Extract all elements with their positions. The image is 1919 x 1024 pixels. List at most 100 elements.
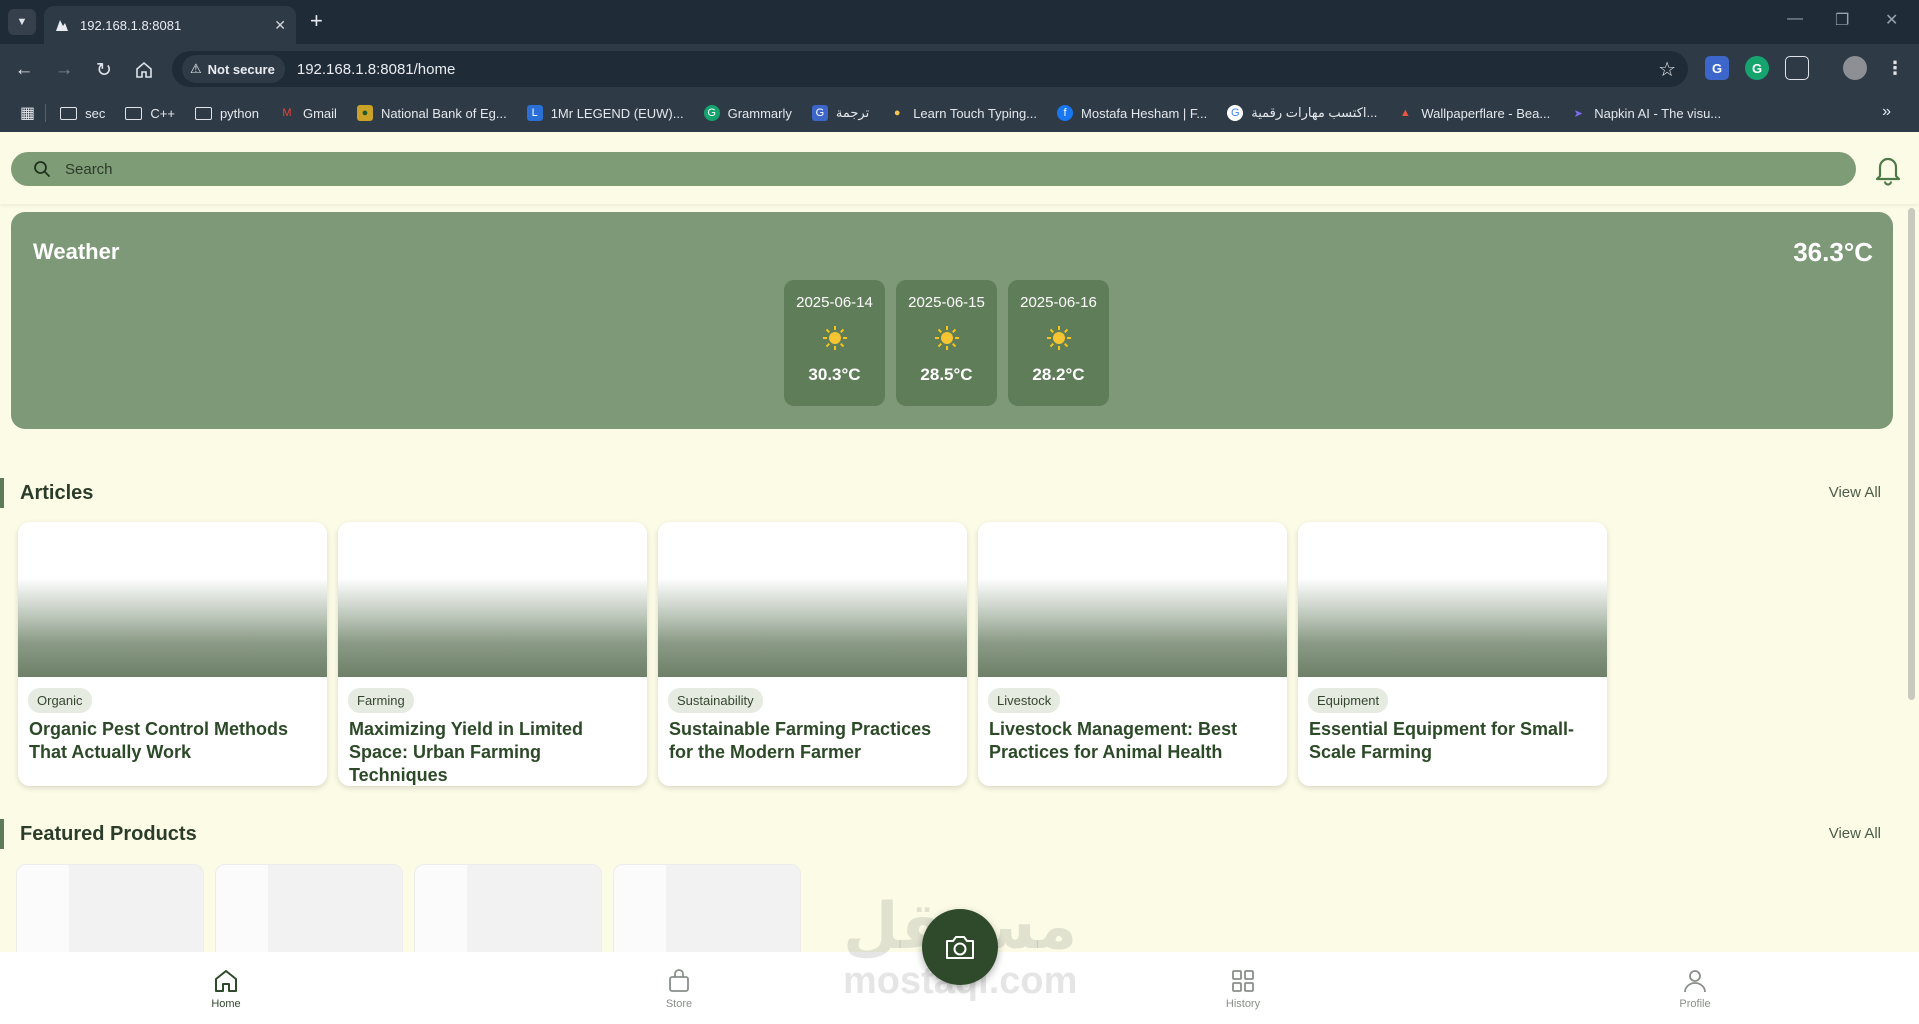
nav-profile-label: Profile: [1679, 998, 1711, 1010]
restore-icon[interactable]: ❐: [1835, 10, 1849, 30]
nav-store[interactable]: Store: [639, 968, 719, 1010]
search-bar[interactable]: [11, 152, 1856, 186]
bookmark-label: ترجمة: [835, 105, 870, 120]
article-card[interactable]: Equipment Essential Equipment for Small-…: [1298, 522, 1607, 786]
bookmark-facebook[interactable]: f Mostafa Hesham | F...: [1057, 105, 1207, 121]
article-card[interactable]: Organic Organic Pest Control Methods Tha…: [18, 522, 327, 786]
article-category-tag: Equipment: [1308, 688, 1389, 713]
shopping-bag-icon: [669, 969, 689, 992]
grammarly-icon: G: [703, 105, 720, 121]
article-thumbnail: [658, 522, 967, 677]
article-category-tag: Organic: [28, 688, 92, 713]
featured-products-section-title: Featured Products: [0, 819, 197, 849]
user-icon: [1684, 970, 1706, 993]
browser-tab[interactable]: 192.168.1.8:8081 ✕: [44, 6, 296, 44]
bookmark-napkin[interactable]: ➤ Napkin AI - The visu...: [1570, 105, 1722, 121]
bookmark-folder-python[interactable]: python: [194, 105, 259, 121]
typing-icon: ●: [893, 107, 901, 119]
article-category-tag: Farming: [348, 688, 414, 713]
grammarly-extension-icon[interactable]: G: [1745, 56, 1769, 80]
forecast-date: 2025-06-14: [796, 294, 873, 311]
window-close-icon[interactable]: ✕: [1885, 10, 1898, 30]
forward-arrow-icon[interactable]: →: [50, 56, 78, 84]
folder-icon: [125, 106, 143, 120]
nav-history-label: History: [1225, 998, 1261, 1010]
tab-title: 192.168.1.8:8081: [80, 17, 182, 33]
bookmark-star-icon[interactable]: ☆: [1658, 57, 1676, 82]
bookmark-label: python: [219, 105, 259, 121]
products-view-all-link[interactable]: View All: [1829, 825, 1881, 842]
nav-history[interactable]: History: [1203, 968, 1283, 1010]
new-tab-button[interactable]: +: [310, 8, 323, 34]
back-arrow-icon[interactable]: ←: [10, 56, 38, 84]
facebook-icon: f: [1057, 105, 1074, 121]
browser-menu-icon[interactable]: ⋮: [1883, 56, 1907, 80]
articles-view-all-link[interactable]: View All: [1829, 484, 1881, 501]
article-category-tag: Sustainability: [668, 688, 763, 713]
tab-search-button[interactable]: ▼: [8, 9, 36, 35]
more-bookmarks-icon[interactable]: »: [1882, 103, 1891, 121]
home-icon[interactable]: [130, 56, 158, 84]
bookmarks-bar: ▦ sec C++ python M Gmail ● National Bank o…: [0, 94, 1919, 132]
article-thumbnail: [18, 522, 327, 677]
gmail-icon: M: [282, 107, 292, 119]
forecast-temp: 28.5°C: [920, 365, 973, 384]
sun-icon: [822, 326, 847, 350]
notification-bell-icon[interactable]: [1872, 152, 1904, 186]
camera-icon: [946, 936, 974, 959]
forecast-day: 2025-06-15 28.5°C: [896, 280, 997, 406]
bookmark-folder-cpp[interactable]: C++: [125, 106, 175, 121]
bookmark-translate[interactable]: G ترجمة: [811, 105, 870, 121]
article-card[interactable]: Sustainability Sustainable Farming Pract…: [658, 522, 967, 786]
translate-icon: G: [811, 105, 828, 121]
article-category-tag: Livestock: [988, 688, 1061, 713]
apps-grid-icon[interactable]: ▦: [20, 103, 35, 123]
article-card[interactable]: Livestock Livestock Management: Best Pra…: [978, 522, 1287, 786]
article-thumbnail: [338, 522, 647, 677]
bookmark-google-skills[interactable]: G اكتسب مهارات رقمية...: [1227, 105, 1377, 121]
reload-icon[interactable]: ↻: [90, 56, 118, 84]
bookmark-label: Learn Touch Typing...: [913, 105, 1038, 121]
address-bar[interactable]: ⚠ Not secure 192.168.1.8:8081/home ☆: [172, 51, 1688, 87]
camera-scan-button[interactable]: [922, 909, 998, 985]
articles-section-title: Articles: [0, 478, 93, 508]
url-text[interactable]: 192.168.1.8:8081/home: [297, 61, 455, 78]
bookmark-typing[interactable]: ● Learn Touch Typing...: [889, 105, 1037, 121]
nav-home-label: Home: [211, 998, 241, 1010]
bookmark-label: اكتسب مهارات رقمية...: [1251, 105, 1378, 120]
article-card[interactable]: Farming Maximizing Yield in Limited Spac…: [338, 522, 647, 786]
bookmark-folder-sec[interactable]: sec: [60, 106, 105, 121]
page-scrollbar[interactable]: [1908, 208, 1915, 700]
folder-icon: [194, 106, 212, 120]
search-input[interactable]: [65, 160, 1765, 178]
app-header: [0, 132, 1919, 204]
forecast-temp: 28.2°C: [1032, 365, 1085, 384]
sun-icon: [1046, 326, 1071, 350]
bookmark-wallpaperflare[interactable]: ▲ Wallpaperflare - Bea...: [1397, 105, 1550, 121]
bookmark-grammarly[interactable]: G Grammarly: [703, 105, 792, 121]
site-info-chip[interactable]: ⚠ Not secure: [182, 55, 285, 83]
bookmark-gmail[interactable]: M Gmail: [279, 105, 337, 121]
bookmark-label: National Bank of Eg...: [380, 105, 507, 121]
nav-store-label: Store: [665, 998, 693, 1010]
bookmark-legend[interactable]: L 1Mr LEGEND (EUW)...: [526, 105, 684, 121]
article-title: Livestock Management: Best Practices for…: [989, 719, 1238, 762]
bookmark-label: Wallpaperflare - Bea...: [1421, 105, 1551, 121]
extensions-puzzle-icon[interactable]: [1785, 56, 1809, 80]
minimize-icon[interactable]: —: [1787, 10, 1803, 28]
bookmark-label: Napkin AI - The visu...: [1594, 105, 1722, 121]
browser-toolbar: ← → ↻ ⚠ Not secure 192.168.1.8:8081/home…: [0, 44, 1919, 94]
article-thumbnail: [978, 522, 1287, 677]
bookmark-nbe[interactable]: ● National Bank of Eg...: [356, 105, 507, 121]
bookmark-label: Grammarly: [727, 105, 792, 121]
forecast-date: 2025-06-16: [1020, 294, 1097, 311]
forecast-date: 2025-06-15: [908, 294, 985, 311]
close-tab-icon[interactable]: ✕: [274, 17, 286, 34]
grid-icon: [1232, 970, 1254, 992]
translate-extension-icon[interactable]: G: [1705, 56, 1729, 80]
profile-avatar-icon[interactable]: [1843, 56, 1867, 80]
nav-home[interactable]: Home: [186, 968, 266, 1010]
google-icon: G: [1227, 105, 1244, 121]
nav-profile[interactable]: Profile: [1655, 968, 1735, 1010]
browser-tab-strip: ▼ 192.168.1.8:8081 ✕ + — ❐ ✕: [0, 0, 1919, 44]
